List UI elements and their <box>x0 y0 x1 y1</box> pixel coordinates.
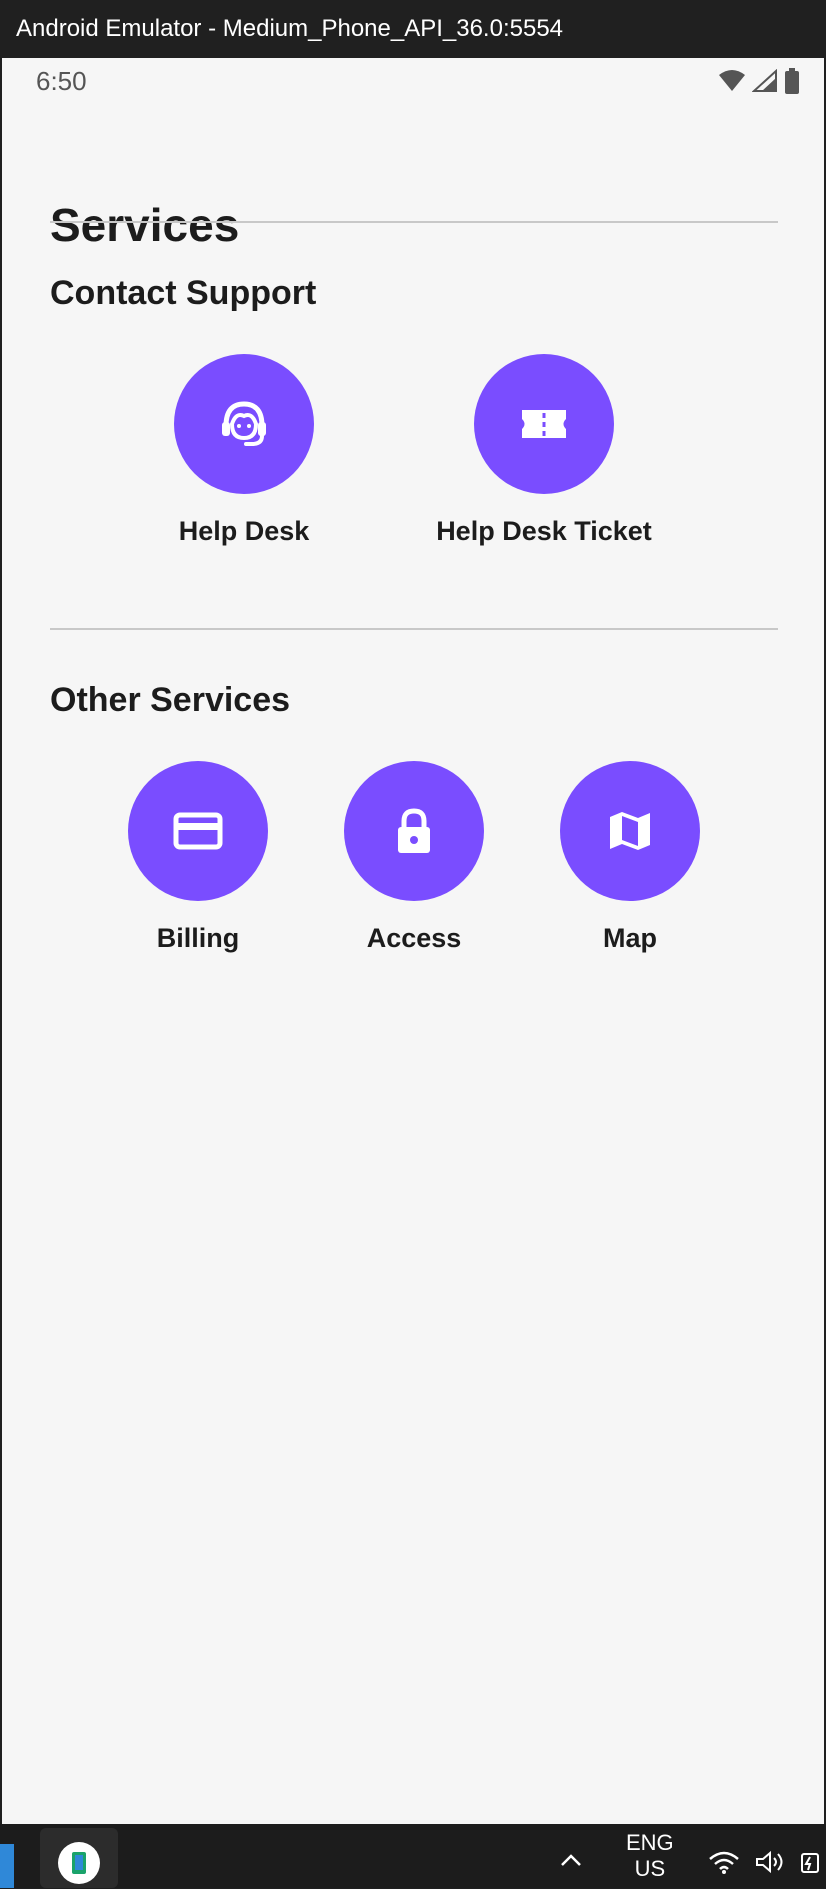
status-bar: 6:50 <box>2 58 824 106</box>
status-time: 6:50 <box>36 66 87 96</box>
taskbar-emulator-app[interactable] <box>40 1828 118 1888</box>
signal-icon <box>752 69 777 92</box>
service-billing[interactable]: Billing <box>78 761 318 954</box>
help-desk-icon-circle[interactable] <box>174 354 314 494</box>
language-line-1: ENG <box>626 1830 674 1855</box>
wifi-icon <box>719 70 745 91</box>
section-title-other-services: Other Services <box>50 681 291 719</box>
help-desk-ticket-icon-circle[interactable] <box>474 354 614 494</box>
access-label: Access <box>366 923 462 953</box>
service-help-desk-ticket[interactable]: Help Desk Ticket <box>424 354 664 547</box>
billing-label: Billing <box>156 923 240 953</box>
ticket-icon <box>522 410 566 438</box>
battery-icon <box>801 1853 819 1873</box>
service-map[interactable]: Map <box>510 761 750 954</box>
system-tray-icons[interactable] <box>708 1850 820 1874</box>
map-label: Map <box>603 923 657 953</box>
billing-icon-circle[interactable] <box>128 761 268 901</box>
emulator-window-titlebar[interactable]: Android Emulator - Medium_Phone_API_36.0… <box>0 0 826 58</box>
wifi-icon <box>709 1851 739 1874</box>
emulator-app-icon <box>58 1842 100 1884</box>
taskbar-app-stub[interactable] <box>0 1844 14 1888</box>
battery-icon <box>785 68 799 94</box>
title-divider <box>50 221 778 223</box>
help-desk-ticket-label: Help Desk Ticket <box>436 516 652 546</box>
map-icon <box>610 812 650 850</box>
service-access[interactable]: Access <box>294 761 534 954</box>
window-title: Android Emulator - Medium_Phone_API_36.0… <box>16 15 564 42</box>
chevron-up-icon[interactable] <box>560 1846 582 1874</box>
map-icon-circle[interactable] <box>560 761 700 901</box>
page-title: Services <box>50 199 240 251</box>
service-help-desk[interactable]: Help Desk <box>124 354 364 547</box>
headset-agent-icon <box>222 401 266 446</box>
access-icon-circle[interactable] <box>344 761 484 901</box>
section-title-contact-support: Contact Support <box>50 274 317 312</box>
help-desk-label: Help Desk <box>178 516 310 546</box>
language-indicator[interactable]: ENG US <box>626 1830 674 1882</box>
speaker-icon <box>756 1850 783 1874</box>
status-icons <box>718 68 800 94</box>
lock-icon <box>398 808 430 853</box>
section-divider <box>50 628 778 630</box>
phone-screen: 6:50 Services Contact Support Help Desk … <box>2 58 824 1824</box>
windows-taskbar: ENG US <box>0 1824 826 1888</box>
credit-card-icon <box>173 812 223 850</box>
language-line-2: US <box>634 1856 666 1881</box>
